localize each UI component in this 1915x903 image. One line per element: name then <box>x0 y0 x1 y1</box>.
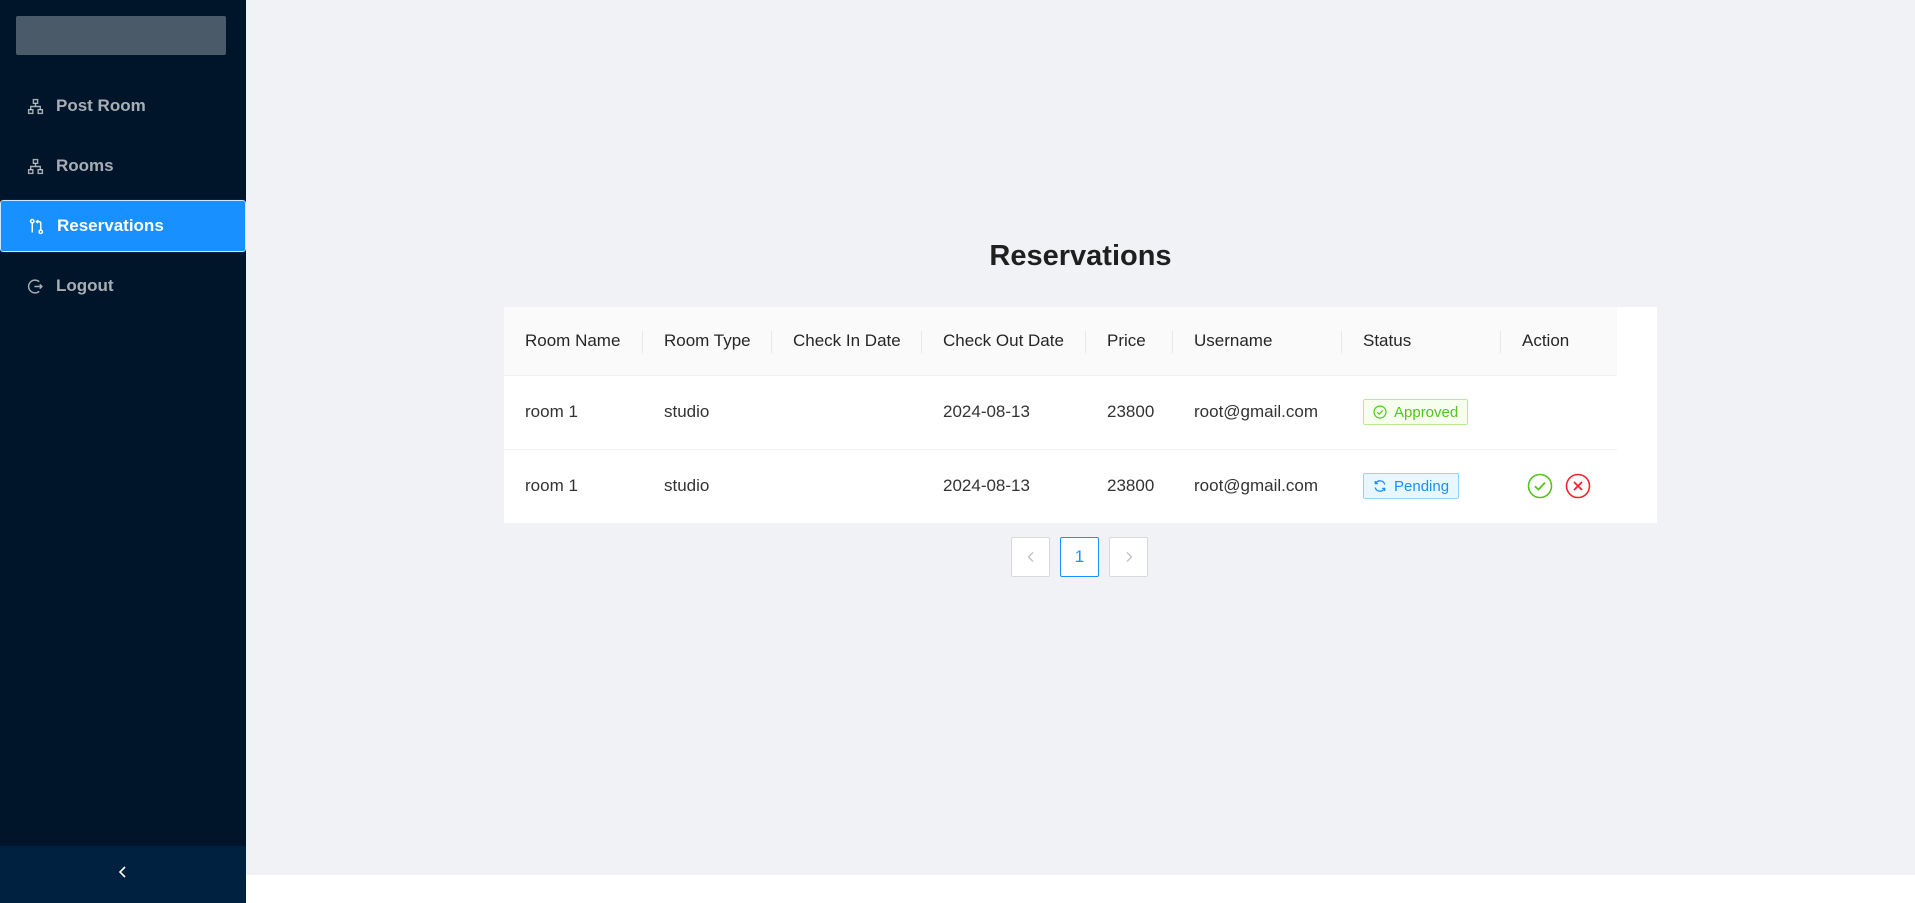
pagination-next-button[interactable] <box>1109 537 1148 577</box>
chevron-left-icon <box>116 865 130 884</box>
column-header-check-out[interactable]: Check Out Date <box>922 307 1086 376</box>
sync-icon <box>1374 480 1386 493</box>
cell-room-name: room 1 <box>504 375 643 450</box>
reject-button[interactable] <box>1565 473 1591 499</box>
cell-check-in <box>772 449 922 523</box>
check-circle-icon <box>1373 405 1387 419</box>
cell-check-out: 2024-08-13 <box>943 476 1030 496</box>
table-row: room 1 studio 2024-08-13 23800 root@gmai… <box>504 449 1617 523</box>
cell-action <box>1501 375 1617 450</box>
column-header-room-name[interactable]: Room Name <box>504 307 643 376</box>
footer <box>246 875 1915 903</box>
cell-username: root@gmail.com <box>1194 476 1319 496</box>
sidebar-item-rooms[interactable]: Rooms <box>0 140 246 192</box>
cluster-icon <box>26 97 44 115</box>
sidebar-item-label: Reservations <box>57 216 164 235</box>
column-header-status[interactable]: Status <box>1342 307 1501 376</box>
cell-room-type: studio <box>664 476 710 496</box>
sidebar-item-label: Post Room <box>56 96 146 115</box>
pagination-page-1[interactable]: 1 <box>1060 537 1099 577</box>
approve-button[interactable] <box>1527 473 1553 499</box>
chevron-left-icon <box>1027 552 1033 562</box>
sidebar-item-post-room[interactable]: Post Room <box>0 80 246 132</box>
reservations-table: Room Name Room Type Check In Date Check … <box>504 307 1657 523</box>
close-circle-icon <box>1565 473 1591 499</box>
main-content: Reservations Room Name Room Type Check I… <box>246 0 1915 875</box>
pull-request-icon <box>27 217 45 235</box>
pagination-prev-button[interactable] <box>1011 537 1050 577</box>
logo <box>16 16 226 55</box>
sidebar-item-label: Logout <box>56 276 114 295</box>
sidebar: Post Room Rooms Reservations Logout <box>0 0 247 903</box>
sidebar-item-logout[interactable]: Logout <box>0 260 246 312</box>
logout-icon <box>26 277 44 295</box>
status-badge: Approved <box>1363 399 1469 425</box>
cell-price: 23800 <box>1086 375 1173 450</box>
cell-username: root@gmail.com <box>1173 375 1342 450</box>
cell-status: Pending <box>1342 449 1501 523</box>
cell-action <box>1501 449 1617 523</box>
cell-room-type: studio <box>643 375 772 450</box>
sidebar-item-reservations[interactable]: Reservations <box>0 199 247 253</box>
cluster-icon <box>26 157 44 175</box>
pagination: 1 <box>1011 537 1148 577</box>
page-title: Reservations <box>989 240 1172 272</box>
column-header-action[interactable]: Action <box>1501 307 1617 376</box>
status-badge: Pending <box>1363 473 1460 500</box>
cell-check-in <box>772 375 922 450</box>
table-row: room 1 studio 2024-08-13 23800 root@gmai… <box>504 375 1617 450</box>
cell-check-out: 2024-08-13 <box>922 375 1086 450</box>
cell-room-name: room 1 <box>525 476 578 496</box>
cell-status: Approved <box>1342 375 1501 450</box>
column-header-username[interactable]: Username <box>1173 307 1342 376</box>
table-header-row: Room Name Room Type Check In Date Check … <box>504 307 1617 376</box>
cell-price: 23800 <box>1107 476 1155 496</box>
chevron-right-icon <box>1126 552 1132 562</box>
sidebar-item-label: Rooms <box>56 156 114 175</box>
check-circle-icon <box>1527 473 1553 499</box>
column-header-check-in[interactable]: Check In Date <box>772 307 922 376</box>
column-header-price[interactable]: Price <box>1086 307 1173 376</box>
column-header-room-type[interactable]: Room Type <box>643 307 772 376</box>
sidebar-collapse-button[interactable] <box>0 846 246 903</box>
